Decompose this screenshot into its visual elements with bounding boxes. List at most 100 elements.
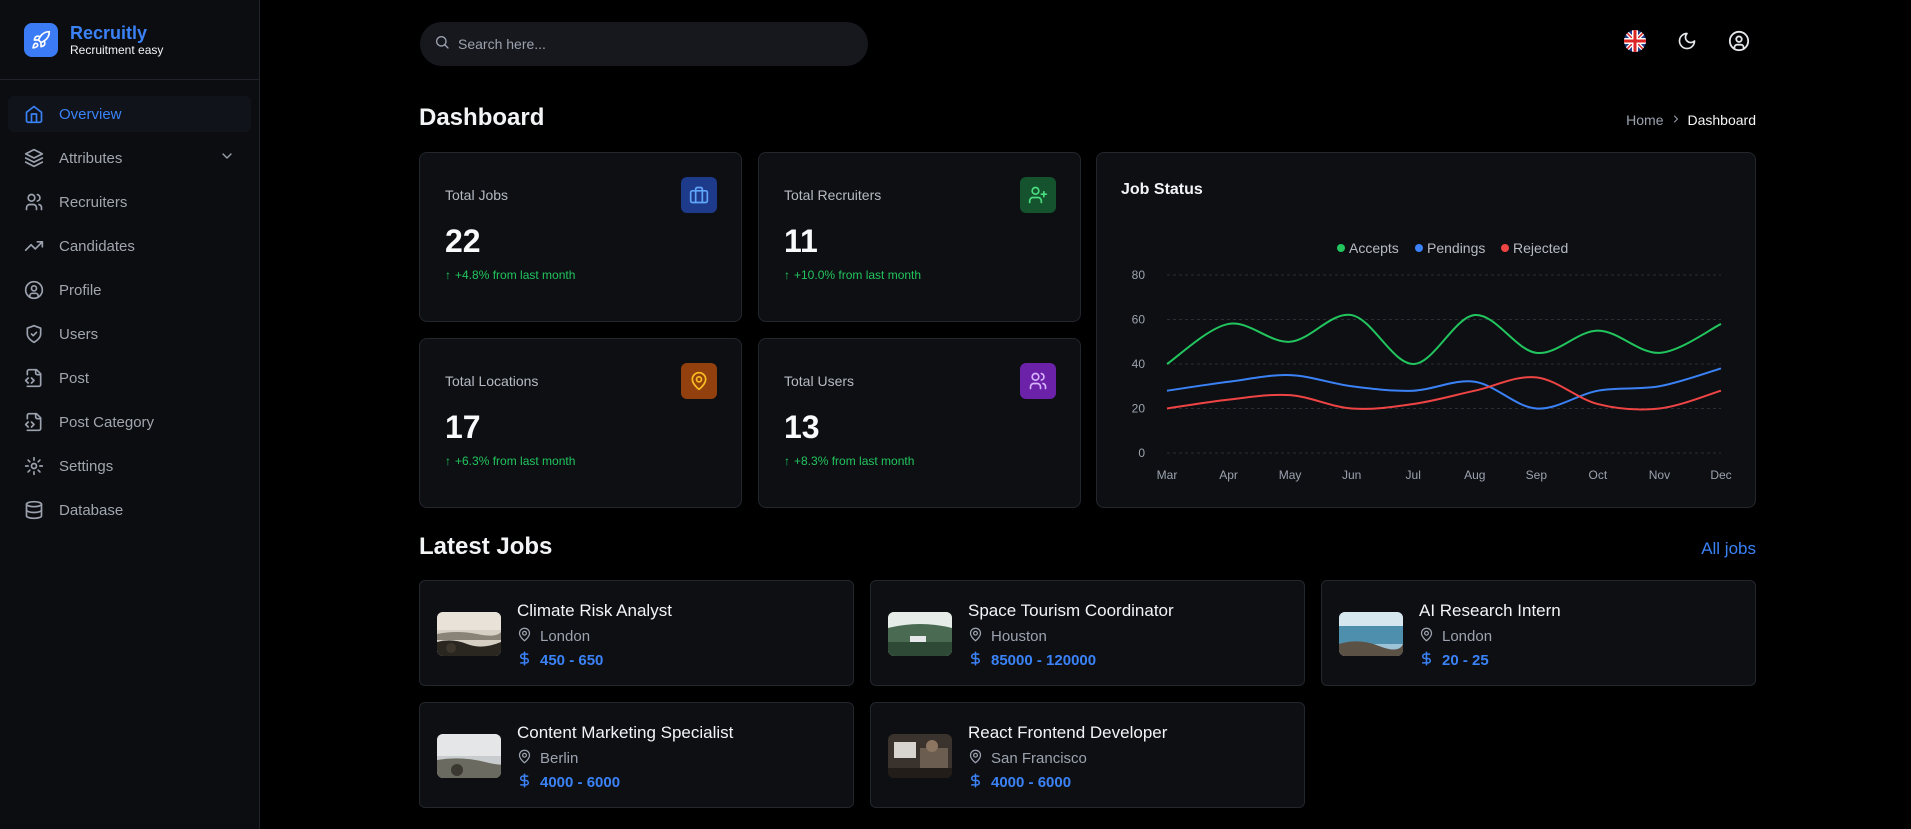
map-pin-icon — [517, 627, 532, 646]
chevron-down-icon[interactable] — [219, 148, 235, 168]
job-thumbnail — [437, 612, 501, 656]
job-thumbnail — [437, 734, 501, 778]
job-title: React Frontend Developer — [968, 723, 1168, 742]
rocket-icon — [24, 22, 58, 57]
stat-value: 11 — [784, 223, 818, 259]
stat-change-text: +4.8% from last month — [455, 268, 576, 282]
file-code-icon — [24, 412, 44, 432]
x-tick-label: May — [1279, 468, 1302, 482]
dollar-icon — [968, 773, 983, 792]
y-tick-label: 0 — [1138, 446, 1145, 460]
user-circle-icon[interactable] — [1727, 29, 1751, 53]
job-card[interactable]: Space Tourism Coordinator Houston 85000 … — [870, 580, 1305, 686]
job-title: Space Tourism Coordinator — [968, 601, 1174, 620]
arrow-up-icon: ↑ — [445, 268, 451, 282]
sidebar-item-database[interactable]: Database — [8, 492, 251, 528]
job-title: AI Research Intern — [1419, 601, 1561, 620]
sidebar-item-recruiters[interactable]: Recruiters — [8, 184, 251, 220]
sidebar-item-label: Overview — [59, 105, 122, 123]
sidebar-item-label: Profile — [59, 281, 102, 299]
uk-flag-icon[interactable] — [1623, 29, 1647, 53]
stat-value: 13 — [784, 409, 820, 445]
stat-card-total-recruiters: Total Recruiters 11 ↑ +10.0% from last mo… — [758, 152, 1081, 322]
sidebar-item-post-category[interactable]: Post Category — [8, 404, 251, 440]
brand[interactable]: Recruitly Recruitment easy — [0, 0, 259, 80]
job-card[interactable]: AI Research Intern London 20 - 25 — [1321, 580, 1756, 686]
sidebar-item-settings[interactable]: Settings — [8, 448, 251, 484]
y-tick-label: 60 — [1132, 313, 1146, 327]
map-pin-icon — [681, 363, 717, 399]
search-icon — [434, 34, 450, 55]
sidebar-item-label: Attributes — [59, 149, 123, 167]
job-location-text: London — [540, 628, 591, 645]
x-tick-label: Jun — [1342, 468, 1361, 482]
sidebar-item-candidates[interactable]: Candidates — [8, 228, 251, 264]
job-salary-text: 85000 - 120000 — [991, 652, 1097, 669]
job-location: London — [517, 627, 590, 646]
user-plus-icon — [1020, 177, 1056, 213]
series-line-accepts — [1166, 313, 1722, 366]
stat-card-total-locations: Total Locations 17 ↑ +6.3% from last mont… — [419, 338, 742, 508]
user-circle-icon — [24, 280, 44, 300]
x-tick-label: Aug — [1464, 468, 1485, 482]
sidebar-item-post[interactable]: Post — [8, 360, 251, 396]
stat-change-text: +10.0% from last month — [794, 268, 922, 282]
sidebar-item-label: Database — [59, 501, 124, 519]
file-code-icon — [24, 368, 44, 388]
map-pin-icon — [968, 749, 983, 768]
sidebar-item-label: Recruiters — [59, 193, 128, 211]
dollar-icon — [517, 651, 532, 670]
sidebar-item-overview[interactable]: Overview — [8, 96, 251, 132]
breadcrumb-current: Dashboard — [1687, 112, 1757, 128]
brand-name: Recruitly — [70, 22, 148, 43]
job-location-text: San Francisco — [991, 750, 1087, 767]
job-location-text: London — [1442, 628, 1493, 645]
job-salary-text: 450 - 650 — [540, 652, 604, 669]
users-icon — [24, 192, 44, 212]
job-location: San Francisco — [968, 749, 1087, 768]
x-tick-label: Jul — [1406, 468, 1421, 482]
briefcase-icon — [681, 177, 717, 213]
sidebar-item-attributes[interactable]: Attributes — [8, 140, 251, 176]
job-salary-text: 20 - 25 — [1442, 652, 1489, 669]
sidebar-item-label: Users — [59, 325, 99, 343]
job-salary: 85000 - 120000 — [968, 651, 1096, 670]
all-jobs-link[interactable]: All jobs — [1701, 539, 1756, 559]
breadcrumb-home[interactable]: Home — [1626, 112, 1663, 128]
database-icon — [24, 500, 44, 520]
stat-card-total-jobs: Total Jobs 22 ↑ +4.8% from last month — [419, 152, 742, 322]
y-tick-label: 40 — [1132, 357, 1146, 371]
stat-change-text: +8.3% from last month — [794, 454, 915, 468]
job-card[interactable]: Climate Risk Analyst London 450 - 650 — [419, 580, 854, 686]
job-thumbnail — [888, 734, 952, 778]
search-bar[interactable] — [420, 22, 868, 66]
moon-icon[interactable] — [1675, 29, 1699, 53]
stat-label: Total Jobs — [445, 187, 509, 203]
layers-icon — [24, 148, 44, 168]
job-salary: 450 - 650 — [517, 651, 603, 670]
job-location: Houston — [968, 627, 1047, 646]
x-tick-label: Mar — [1157, 468, 1178, 482]
x-tick-label: Nov — [1649, 468, 1670, 482]
job-card[interactable]: Content Marketing Specialist Berlin 4000… — [419, 702, 854, 808]
stat-value: 22 — [445, 223, 481, 259]
search-input[interactable] — [458, 36, 838, 52]
stat-label: Total Recruiters — [784, 187, 882, 203]
latest-jobs-title: Latest Jobs — [419, 533, 553, 560]
job-salary-text: 4000 - 6000 — [540, 774, 621, 791]
sidebar-item-profile[interactable]: Profile — [8, 272, 251, 308]
sidebar-item-users[interactable]: Users — [8, 316, 251, 352]
x-tick-label: Oct — [1589, 468, 1608, 482]
job-location-text: Houston — [991, 628, 1047, 645]
legend-marker — [1415, 244, 1423, 252]
legend-marker — [1337, 244, 1345, 252]
legend-label: Pendings — [1427, 240, 1485, 256]
stat-label: Total Users — [784, 373, 855, 389]
legend-marker — [1501, 244, 1509, 252]
job-location: London — [1419, 627, 1492, 646]
job-card[interactable]: React Frontend Developer San Francisco 4… — [870, 702, 1305, 808]
stat-value: 17 — [445, 409, 481, 445]
stat-change-text: +6.3% from last month — [455, 454, 576, 468]
legend-label: Accepts — [1349, 240, 1399, 256]
x-tick-label: Dec — [1710, 468, 1731, 482]
